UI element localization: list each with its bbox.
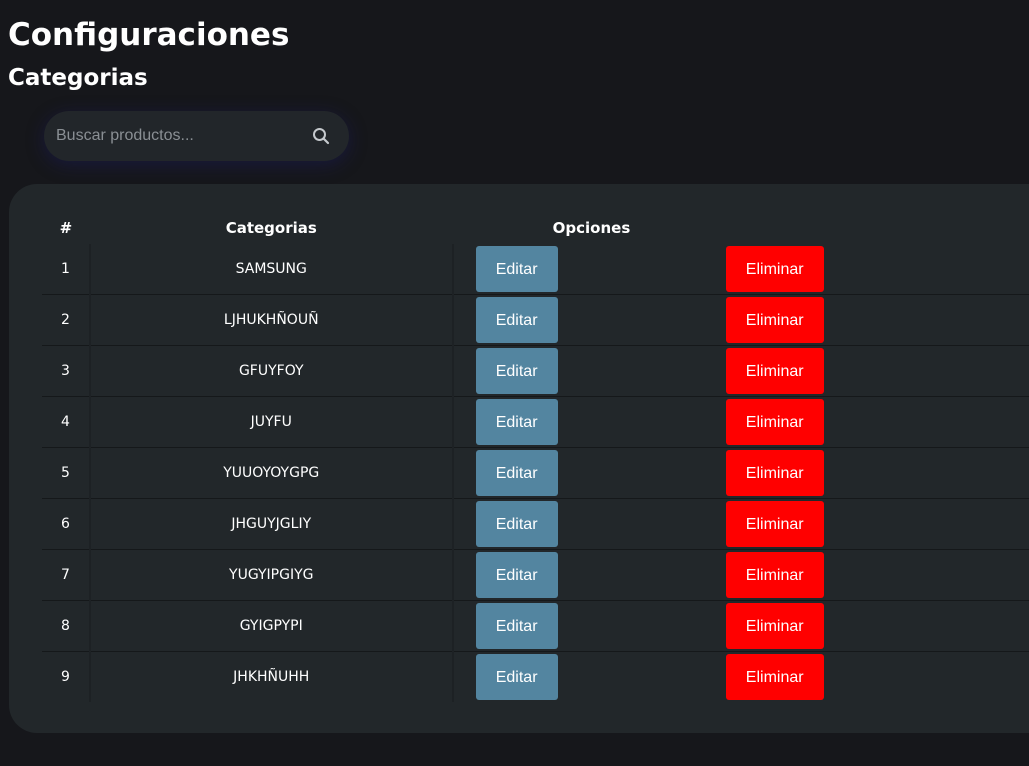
category-name: SAMSUNG [88, 244, 454, 295]
table-body: 1 SAMSUNG Editar Eliminar 2 LJHUKHÑOUÑ Editar E… [42, 244, 1029, 702]
row-number: 2 [42, 294, 90, 346]
categories-table-panel: # Categorias Opciones 1 SAMSUNG Editar Elim… [9, 184, 1029, 733]
table-row: 7 YUGYIPGIYG Editar Eliminar [42, 549, 1029, 601]
table-row: 1 SAMSUNG Editar Eliminar [42, 244, 1029, 295]
category-name: JHGUYJGLIY [88, 498, 454, 550]
table-row: 8 GYIGPYPI Editar Eliminar [42, 600, 1029, 652]
delete-button[interactable]: Eliminar [725, 297, 824, 343]
delete-cell: Eliminar [575, 652, 1029, 703]
category-name: JHKHÑUHH [88, 651, 454, 702]
row-number: 4 [42, 396, 90, 448]
category-name: YUUOYOYGPG [88, 447, 454, 499]
edit-cell: Editar [452, 498, 575, 550]
edit-cell: Editar [452, 600, 575, 652]
page-title: Configuraciones [8, 17, 290, 53]
delete-button[interactable]: Eliminar [725, 552, 824, 598]
category-name: JUYFU [88, 396, 454, 448]
category-name: GFUYFOY [88, 345, 454, 397]
search-icon[interactable] [312, 127, 330, 145]
category-name: YUGYIPGIYG [88, 549, 454, 601]
edit-button[interactable]: Editar [475, 348, 558, 394]
row-number: 8 [42, 600, 90, 652]
delete-cell: Eliminar [574, 600, 1029, 652]
table-row: 9 JHKHÑUHH Editar Eliminar [42, 651, 1029, 703]
categories-table: # Categorias Opciones 1 SAMSUNG Editar Elim… [42, 212, 1029, 702]
table-row: 3 GFUYFOY Editar Eliminar [42, 345, 1029, 397]
delete-button[interactable]: Eliminar [725, 501, 824, 547]
edit-button[interactable]: Editar [475, 603, 558, 649]
row-number: 9 [60, 669, 70, 685]
delete-cell: Eliminar [574, 294, 1029, 346]
row-number: 1 [42, 244, 90, 295]
delete-cell: Eliminar [574, 549, 1029, 601]
edit-button[interactable]: Editar [475, 450, 558, 496]
section-title: Categorias [8, 65, 148, 91]
column-header-number: # [59, 219, 73, 237]
row-number: 7 [42, 549, 90, 601]
edit-button[interactable]: Editar [475, 399, 558, 445]
row-number: 5 [42, 447, 90, 499]
table-header-row: # Categorias Opciones [42, 212, 1029, 244]
edit-cell: Editar [453, 652, 575, 703]
edit-cell: Editar [452, 244, 575, 295]
edit-button[interactable]: Editar [475, 552, 558, 598]
delete-button[interactable]: Eliminar [725, 450, 824, 496]
table-row: 4 JUYFU Editar Eliminar [42, 396, 1029, 448]
delete-cell: Eliminar [574, 345, 1029, 397]
delete-button[interactable]: Eliminar [725, 246, 824, 292]
edit-cell: Editar [452, 447, 575, 499]
table-row: 2 LJHUKHÑOUÑ Editar Eliminar [42, 294, 1029, 346]
column-header-category: Categorias [225, 219, 317, 237]
delete-cell: Eliminar [574, 447, 1029, 499]
delete-button[interactable]: Eliminar [725, 348, 824, 394]
edit-cell: Editar [452, 345, 575, 397]
edit-button[interactable]: Editar [475, 501, 558, 547]
delete-button[interactable]: Eliminar [725, 399, 824, 445]
category-name: GYIGPYPI [88, 600, 454, 652]
category-name: LJHUKHÑOUÑ [88, 294, 454, 346]
edit-cell: Editar [452, 294, 575, 346]
delete-button[interactable]: Eliminar [725, 603, 824, 649]
edit-cell: Editar [452, 549, 575, 601]
edit-button[interactable]: Editar [475, 297, 558, 343]
edit-cell: Editar [452, 396, 575, 448]
delete-button[interactable]: Eliminar [725, 654, 824, 700]
search-input[interactable] [56, 111, 296, 161]
row-number: 3 [42, 345, 90, 397]
edit-button[interactable]: Editar [475, 246, 558, 292]
delete-cell: Eliminar [574, 244, 1029, 295]
edit-button[interactable]: Editar [475, 654, 558, 700]
delete-cell: Eliminar [574, 498, 1029, 550]
search-bar [44, 111, 349, 161]
table-row: 5 YUUOYOYGPG Editar Eliminar [42, 447, 1029, 499]
row-number: 6 [42, 498, 90, 550]
table-row: 6 JHGUYJGLIY Editar Eliminar [42, 498, 1029, 550]
delete-cell: Eliminar [574, 396, 1029, 448]
column-header-options: Opciones [552, 219, 631, 237]
